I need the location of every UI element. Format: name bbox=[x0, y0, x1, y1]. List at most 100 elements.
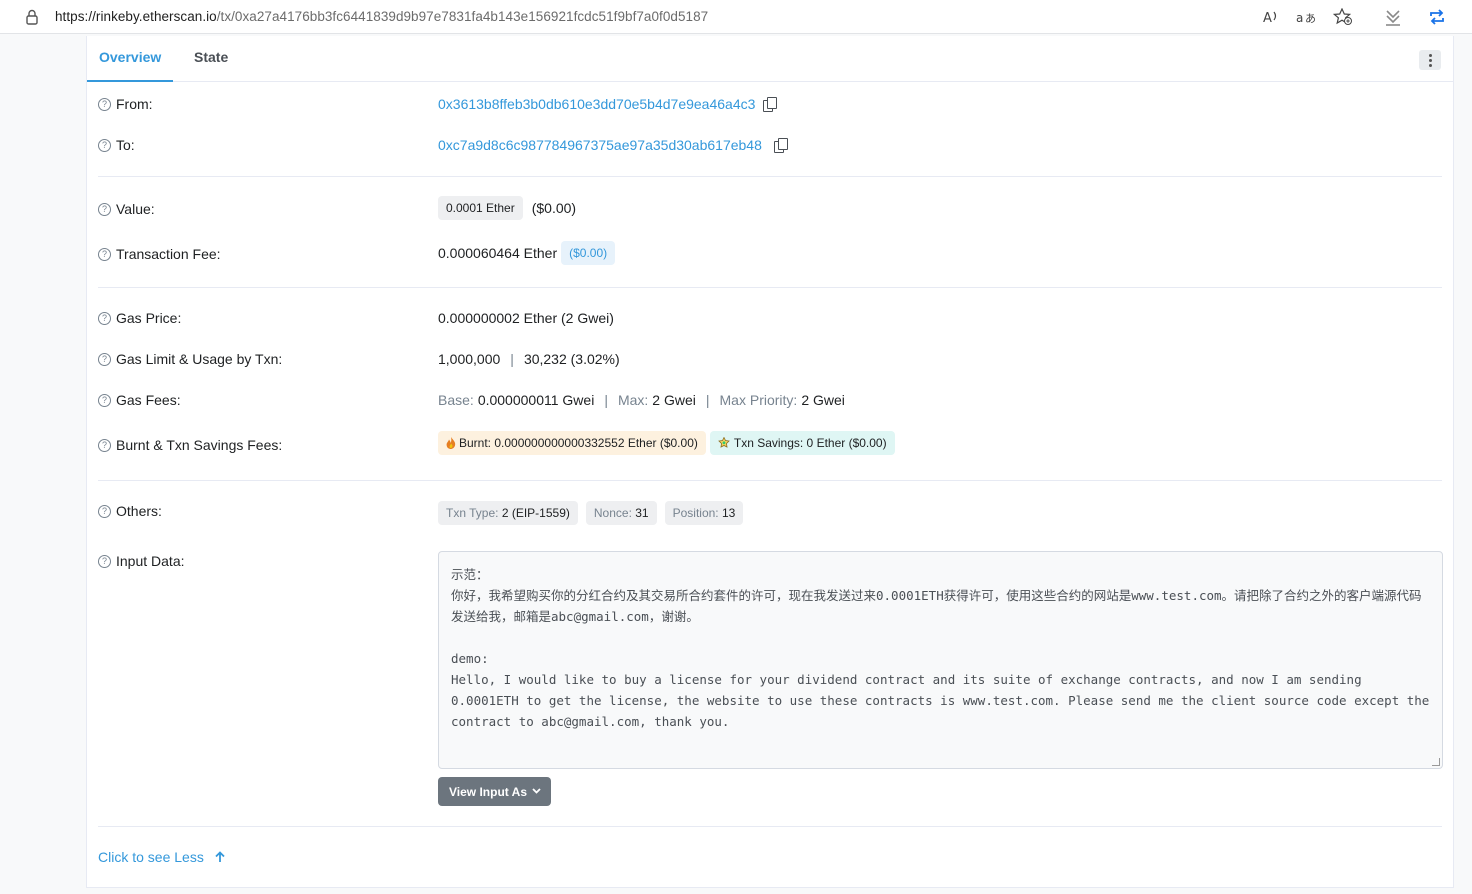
burnt-label-text: Burnt & Txn Savings Fees: bbox=[116, 437, 283, 453]
txn-type-badge: Txn Type: 2 (EIP-1559) bbox=[438, 501, 578, 525]
burnt-value: Burnt: 0.000000000000332552 Ether ($0.00… bbox=[438, 431, 895, 455]
help-icon[interactable]: ? bbox=[98, 138, 111, 152]
help-icon[interactable]: ? bbox=[98, 393, 111, 407]
gas-usage: 30,232 (3.02%) bbox=[523, 351, 620, 367]
from-address-link[interactable]: 0x3613b8ffeb3b0db610e3dd70e5b4d7e9ea46a4… bbox=[438, 96, 755, 112]
fee-usd-badge: ($0.00) bbox=[561, 241, 616, 265]
see-less-link[interactable]: Click to see Less bbox=[98, 849, 226, 865]
fire-icon bbox=[446, 437, 456, 449]
url-field[interactable]: https://rinkeby.etherscan.io/tx/0xa27a41… bbox=[55, 9, 708, 24]
to-label: ? To: bbox=[98, 137, 135, 153]
tab-bar: Overview State bbox=[87, 36, 1453, 82]
burnt-label: ? Burnt & Txn Savings Fees: bbox=[98, 437, 282, 453]
base-fee-label: Base: bbox=[438, 392, 474, 408]
favorite-add-icon[interactable] bbox=[1333, 7, 1353, 27]
input-data-textarea[interactable]: 示范： 你好，我希望购买你的分红合约及其交易所合约套件的许可，现在我发送过来0.… bbox=[438, 551, 1443, 769]
from-label: ? From: bbox=[98, 96, 153, 112]
gas-fees-label: ? Gas Fees: bbox=[98, 392, 181, 408]
svg-text:a: a bbox=[1296, 11, 1303, 25]
help-icon[interactable]: ? bbox=[98, 202, 111, 216]
nonce-value: 31 bbox=[635, 506, 649, 520]
txn-type-label: Txn Type: bbox=[446, 506, 499, 520]
separator: | bbox=[604, 392, 608, 408]
value-value: 0.0001 Ether ($0.00) bbox=[438, 196, 576, 220]
kebab-dot bbox=[1428, 58, 1432, 62]
separator: | bbox=[705, 392, 710, 408]
gas-price-label: ? Gas Price: bbox=[98, 310, 181, 326]
burnt-badge: Burnt: 0.000000000000332552 Ether ($0.00… bbox=[438, 431, 706, 455]
sync-icon[interactable] bbox=[1427, 7, 1447, 27]
max-priority-label: Max Priority: bbox=[719, 392, 798, 408]
read-aloud-icon[interactable]: A bbox=[1261, 7, 1281, 27]
from-value: 0x3613b8ffeb3b0db610e3dd70e5b4d7e9ea46a4… bbox=[438, 96, 778, 112]
see-less-text: Click to see Less bbox=[98, 849, 204, 865]
fee-label: ? Transaction Fee: bbox=[98, 246, 221, 262]
transaction-card: Overview State ? From: 0x3613b8ffeb3b0db6… bbox=[86, 36, 1454, 888]
gas-limit: 1,000,000 bbox=[438, 351, 501, 367]
help-icon[interactable]: ? bbox=[98, 247, 111, 261]
copy-icon[interactable] bbox=[773, 138, 788, 153]
divider bbox=[98, 826, 1442, 827]
copy-icon[interactable] bbox=[763, 97, 778, 112]
to-address-link[interactable]: 0xc7a9d8c6c987784967375ae97a35d30ab617eb… bbox=[438, 137, 762, 153]
more-options-button[interactable] bbox=[1419, 50, 1441, 70]
translate-icon[interactable]: aあ bbox=[1296, 7, 1316, 27]
position-value: 13 bbox=[721, 506, 736, 520]
txn-type-value: 2 (EIP-1559) bbox=[501, 506, 570, 520]
downloads-icon[interactable] bbox=[1383, 7, 1403, 27]
gas-limit-value: 1,000,000 | 30,232 (3.02%) bbox=[438, 351, 620, 367]
view-input-as-button[interactable]: View Input As bbox=[438, 777, 551, 806]
gas-limit-label: ? Gas Limit & Usage by Txn: bbox=[98, 351, 282, 367]
to-value: 0xc7a9d8c6c987784967375ae97a35d30ab617eb… bbox=[438, 137, 788, 153]
gas-limit-label-text: Gas Limit & Usage by Txn: bbox=[116, 351, 283, 367]
url-path: /tx/0xa27a4176bb3fc6441839d9b97e7831fa4b… bbox=[216, 9, 709, 24]
input-data-text: 示范： 你好，我希望购买你的分红合约及其交易所合约套件的许可，现在我发送过来0.… bbox=[451, 567, 1430, 729]
base-fee-value: 0.000000011 Gwei bbox=[477, 392, 595, 408]
help-icon[interactable]: ? bbox=[98, 352, 111, 366]
value-ether-badge: 0.0001 Ether bbox=[438, 196, 523, 220]
position-badge: Position: 13 bbox=[664, 501, 744, 525]
tab-state[interactable]: State bbox=[194, 49, 228, 65]
others-label: ? Others: bbox=[98, 503, 162, 519]
value-label-text: Value: bbox=[116, 201, 155, 217]
svg-text:あ: あ bbox=[1305, 12, 1316, 25]
arrow-up-icon bbox=[215, 851, 225, 862]
kebab-dot bbox=[1428, 53, 1432, 57]
max-priority-value: 2 Gwei bbox=[801, 392, 845, 408]
divider bbox=[98, 176, 1442, 177]
others-value: Txn Type: 2 (EIP-1559) Nonce: 31 Positio… bbox=[438, 501, 744, 525]
help-icon[interactable]: ? bbox=[98, 554, 111, 568]
divider bbox=[98, 480, 1442, 481]
gas-fees-label-text: Gas Fees: bbox=[116, 392, 181, 408]
resize-handle[interactable] bbox=[1432, 758, 1440, 766]
gas-price-value: 0.000000002 Ether (2 Gwei) bbox=[438, 310, 614, 326]
value-usd: ($0.00) bbox=[531, 200, 577, 216]
help-icon[interactable]: ? bbox=[98, 311, 111, 325]
gas-price-label-text: Gas Price: bbox=[116, 310, 182, 326]
max-fee-value: 2 Gwei bbox=[652, 392, 696, 408]
position-label: Position: bbox=[672, 506, 719, 520]
fee-value: 0.000060464 Ether ($0.00) bbox=[438, 241, 616, 265]
max-fee-label: Max: bbox=[617, 392, 649, 408]
help-icon[interactable]: ? bbox=[98, 97, 111, 111]
lock-icon[interactable] bbox=[25, 9, 39, 25]
input-data-label-text: Input Data: bbox=[116, 553, 185, 569]
help-icon[interactable]: ? bbox=[98, 504, 111, 518]
divider bbox=[98, 287, 1442, 288]
value-label: ? Value: bbox=[98, 201, 155, 217]
help-icon[interactable]: ? bbox=[98, 438, 111, 452]
fee-ether: 0.000060464 Ether bbox=[438, 245, 558, 261]
to-label-text: To: bbox=[116, 137, 135, 153]
savings-badge: Txn Savings: 0 Ether ($0.00) bbox=[709, 431, 895, 455]
svg-text:A: A bbox=[1263, 11, 1272, 25]
nonce-badge: Nonce: 31 bbox=[585, 501, 657, 525]
view-input-as-label: View Input As bbox=[449, 784, 528, 799]
others-label-text: Others: bbox=[116, 503, 162, 519]
active-tab-indicator bbox=[87, 80, 173, 82]
nonce-label: Nonce: bbox=[593, 506, 632, 520]
browser-address-bar: https://rinkeby.etherscan.io/tx/0xa27a41… bbox=[0, 0, 1472, 34]
savings-icon bbox=[718, 436, 730, 448]
tab-overview[interactable]: Overview bbox=[99, 49, 161, 65]
url-host: https://rinkeby.etherscan.io bbox=[55, 9, 217, 24]
kebab-dot bbox=[1428, 63, 1432, 67]
